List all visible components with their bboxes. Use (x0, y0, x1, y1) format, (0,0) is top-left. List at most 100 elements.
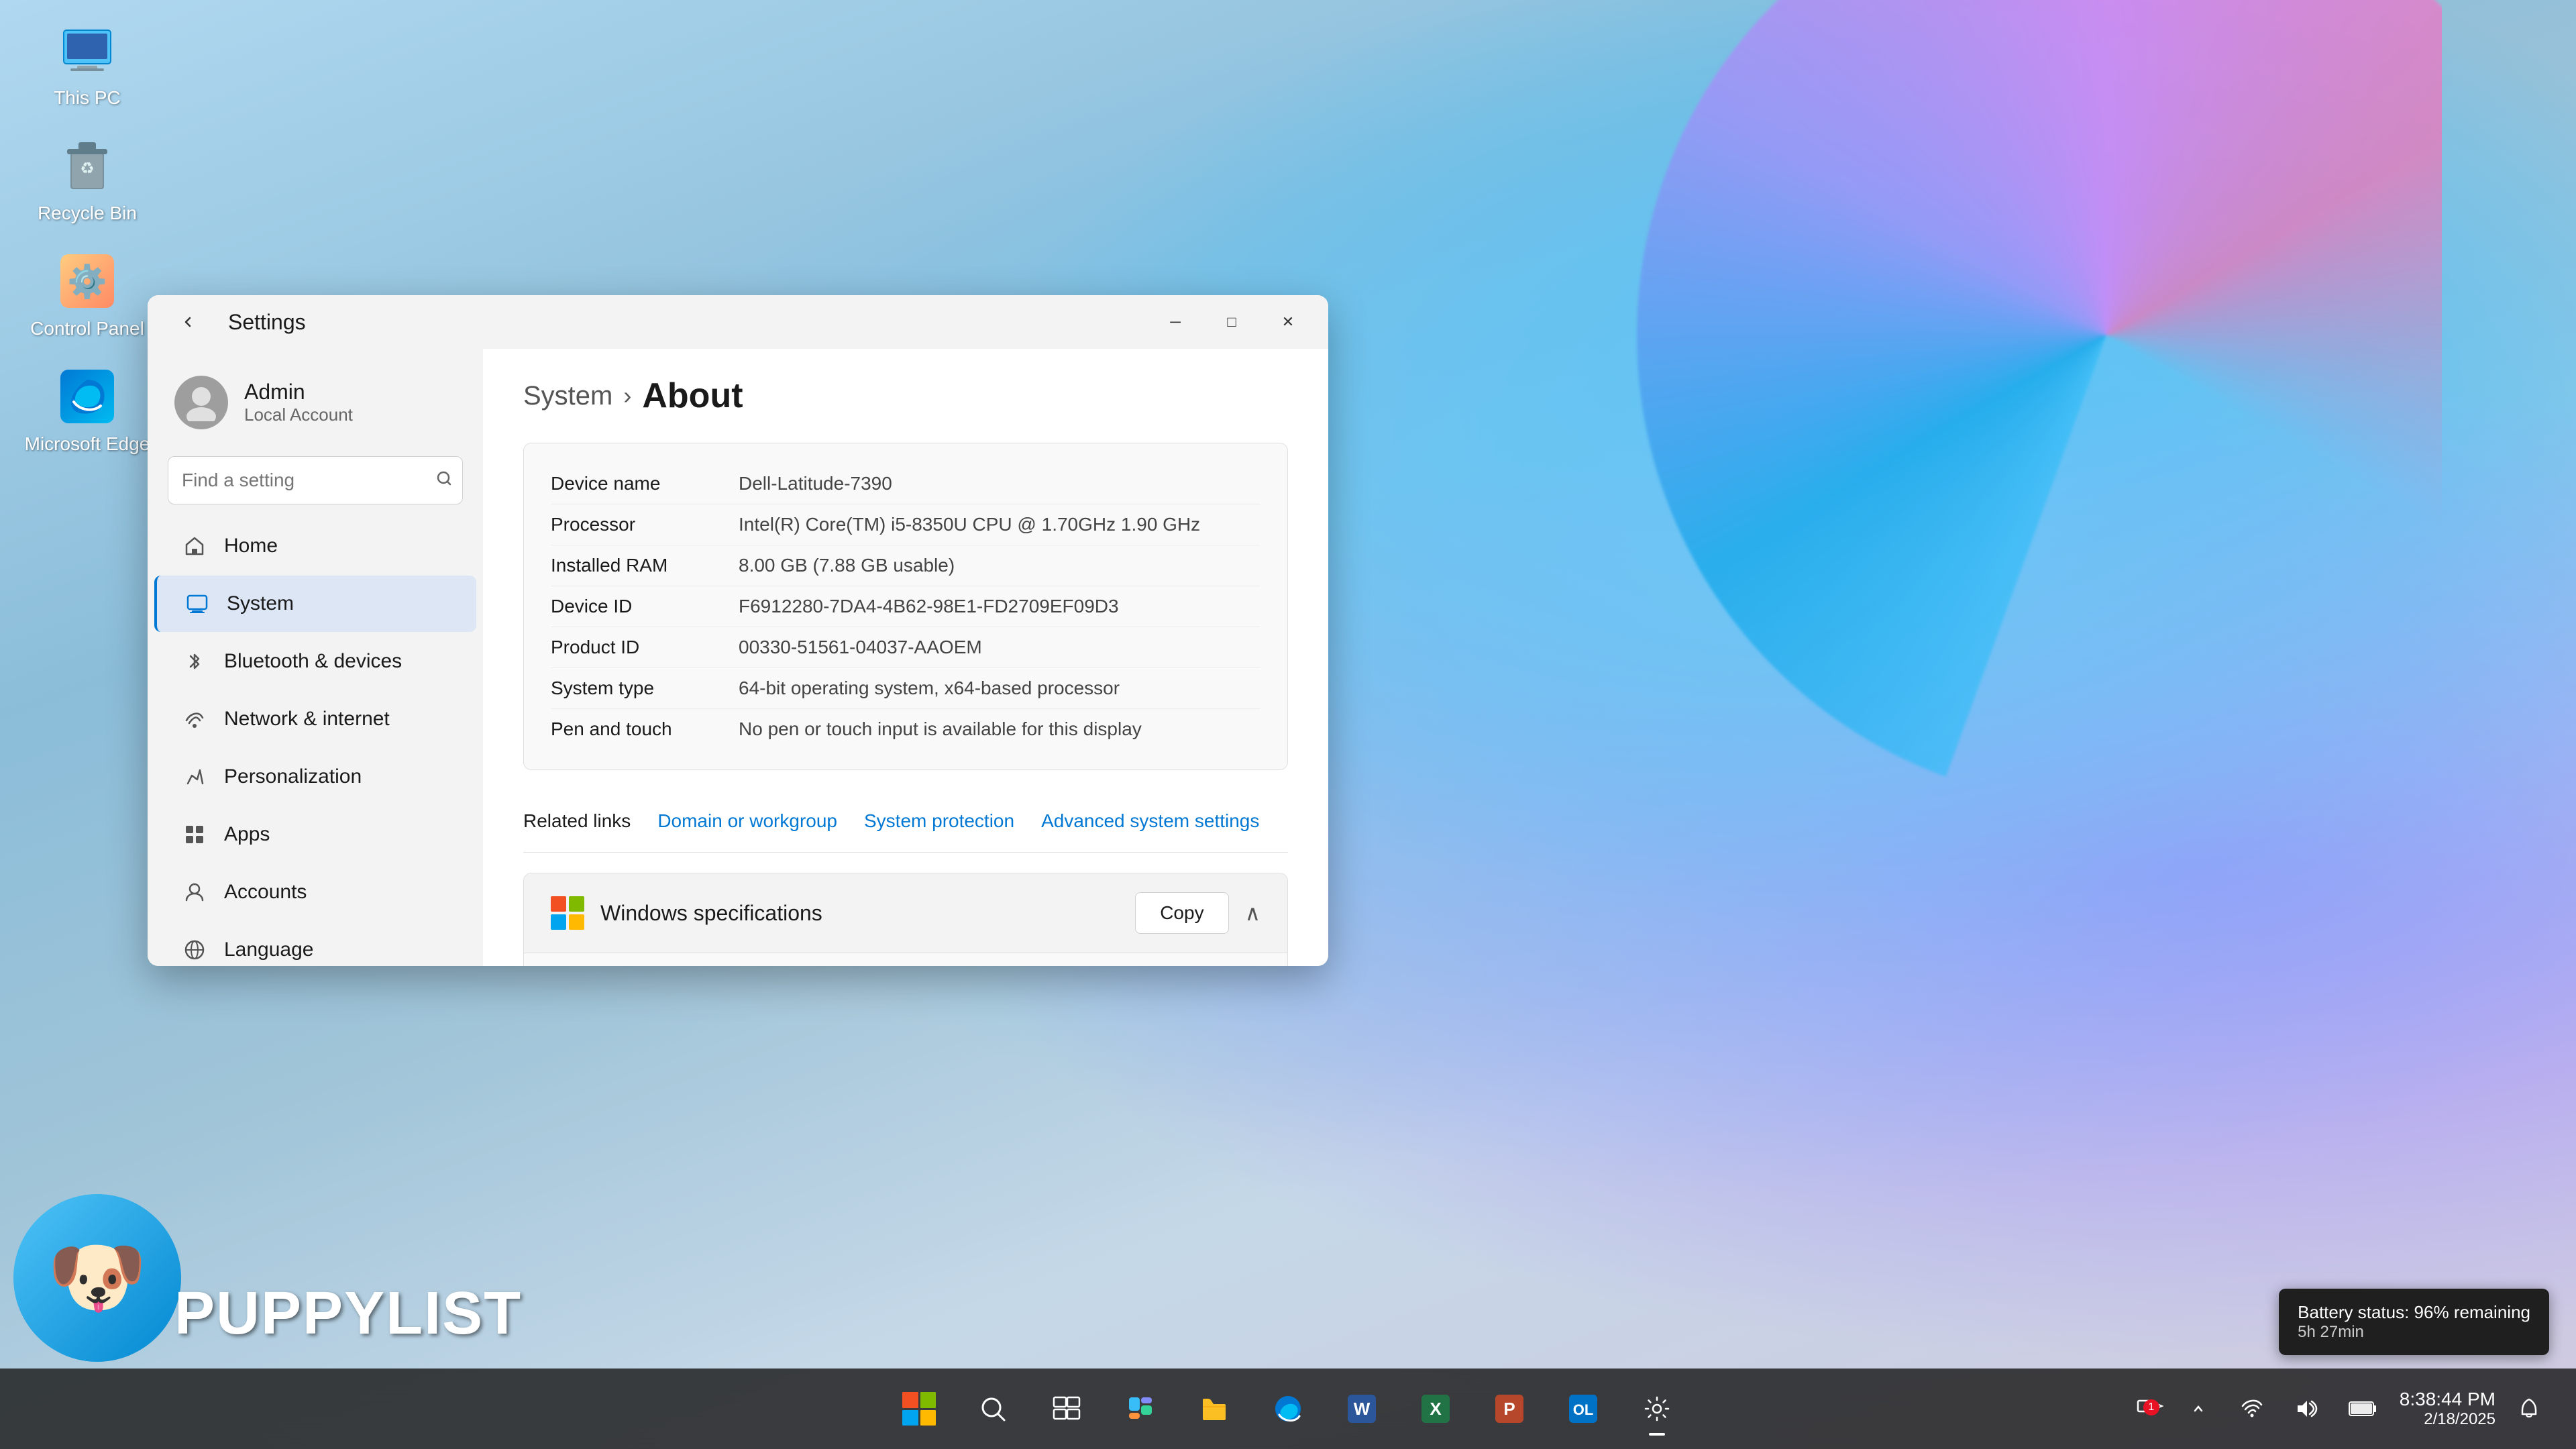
spec-row-system-type: System type 64-bit operating system, x64… (551, 668, 1260, 709)
sidebar-item-bluetooth[interactable]: Bluetooth & devices (154, 633, 476, 690)
battery-button[interactable] (2339, 1379, 2386, 1438)
taskbar-outlook-button[interactable]: OL (1550, 1379, 1617, 1438)
settings-window: Settings ─ □ ✕ (148, 295, 1328, 966)
link-system-protection[interactable]: System protection (864, 810, 1014, 832)
sidebar-item-system[interactable]: System (154, 576, 476, 632)
spec-label-ram: Installed RAM (551, 555, 739, 576)
sidebar-item-network-label: Network & internet (224, 708, 390, 731)
recycle-bin-label: Recycle Bin (38, 203, 137, 224)
spec-row-pen-touch: Pen and touch No pen or touch input is a… (551, 709, 1260, 749)
svg-text:♻: ♻ (80, 160, 95, 178)
desktop-icon-recycle-bin[interactable]: ♻ Recycle Bin (20, 136, 154, 224)
taskbar-powerpoint-button[interactable]: P (1476, 1379, 1543, 1438)
sidebar-item-home[interactable]: Home (154, 518, 476, 574)
window-body: Admin Local Account (148, 349, 1328, 966)
spec-value-processor: Intel(R) Core(TM) i5-8350U CPU @ 1.70GHz… (739, 514, 1260, 535)
user-info: Admin Local Account (244, 380, 353, 425)
taskbar-center: W X P OL (885, 1379, 1690, 1438)
search-input[interactable] (168, 456, 463, 504)
network-icon (181, 706, 208, 733)
apps-icon (181, 821, 208, 848)
search-box (168, 456, 463, 504)
spec-row-ram: Installed RAM 8.00 GB (7.88 GB usable) (551, 545, 1260, 586)
collapse-button[interactable]: ∧ (1245, 900, 1260, 926)
taskbar-explorer-button[interactable] (1181, 1379, 1248, 1438)
maximize-button[interactable]: □ (1205, 302, 1258, 342)
battery-time: 5h 27min (2298, 1323, 2530, 1342)
language-icon (181, 936, 208, 963)
home-icon (181, 533, 208, 559)
spec-label-device-id: Device ID (551, 596, 739, 617)
puppylist-logo: 🐶 (13, 1194, 181, 1362)
tray-overflow-button[interactable] (2178, 1379, 2218, 1438)
spec-label-system-type: System type (551, 678, 739, 699)
clock-date: 2/18/2025 (2400, 1410, 2496, 1429)
search-button[interactable] (436, 469, 452, 492)
sidebar-item-personalization[interactable]: Personalization (154, 749, 476, 805)
spec-value-device-name: Dell-Latitude-7390 (739, 473, 1260, 494)
volume-button[interactable] (2286, 1379, 2326, 1438)
desktop-icon-control-panel[interactable]: ⚙️ Control Panel (20, 251, 154, 339)
spec-value-product-id: 00330-51561-04037-AAOEM (739, 637, 1260, 658)
taskbar-excel-button[interactable]: X (1402, 1379, 1469, 1438)
windows-specs-title: Windows specifications (600, 901, 822, 926)
win-specs-actions: Copy ∧ (1135, 892, 1260, 934)
related-links: Related links Domain or workgroup System… (523, 790, 1288, 853)
sidebar-item-system-label: System (227, 592, 294, 615)
edge-label: Microsoft Edge (25, 433, 150, 455)
svg-text:X: X (1430, 1399, 1442, 1419)
swirl-decoration (1637, 0, 2442, 805)
spec-row-device-name: Device name Dell-Latitude-7390 (551, 464, 1260, 504)
system-icon (184, 590, 211, 617)
spec-value-device-id: F6912280-7DA4-4B62-98E1-FD2709EF09D3 (739, 596, 1260, 617)
battery-status: Battery status: 96% remaining (2298, 1302, 2530, 1323)
taskbar-search-button[interactable] (959, 1379, 1026, 1438)
recycle-bin-icon: ♻ (57, 136, 117, 196)
sidebar-item-accounts[interactable]: Accounts (154, 864, 476, 920)
taskbar-settings-button[interactable] (1623, 1379, 1690, 1438)
svg-text:P: P (1503, 1399, 1515, 1419)
puppylist-watermark: 🐶 PUPPYLIST (0, 1174, 402, 1362)
start-button[interactable] (885, 1379, 953, 1438)
windows-specs-body: Edition Windows 11 Pro Version 24H2 Inst… (524, 953, 1287, 966)
spec-label-device-name: Device name (551, 473, 739, 494)
back-button[interactable] (161, 302, 215, 342)
taskbar: W X P OL (0, 1368, 2576, 1449)
taskbar-widgets-button[interactable] (1107, 1379, 1174, 1438)
taskbar-word-button[interactable]: W (1328, 1379, 1395, 1438)
taskbar-edge-button[interactable] (1254, 1379, 1322, 1438)
taskbar-right: 1 (2135, 1379, 2549, 1438)
windows-logo-icon (551, 896, 584, 930)
link-domain-workgroup[interactable]: Domain or workgroup (657, 810, 837, 832)
user-profile[interactable]: Admin Local Account (148, 362, 483, 449)
system-clock[interactable]: 8:38:44 PM 2/18/2025 (2400, 1389, 2496, 1429)
sidebar-item-language-label: Language (224, 938, 313, 961)
spec-value-system-type: 64-bit operating system, x64-based proce… (739, 678, 1260, 699)
sidebar-item-apps[interactable]: Apps (154, 806, 476, 863)
start-logo-icon (902, 1392, 936, 1426)
sidebar-item-network[interactable]: Network & internet (154, 691, 476, 747)
taskbar-taskview-button[interactable] (1033, 1379, 1100, 1438)
device-specs-section: Device name Dell-Latitude-7390 Processor… (523, 443, 1288, 770)
sidebar-item-accounts-label: Accounts (224, 881, 307, 904)
windows-specs-header: Windows specifications Copy ∧ (524, 873, 1287, 953)
desktop-icon-edge[interactable]: Microsoft Edge (20, 366, 154, 455)
desktop-icon-this-pc[interactable]: This PC (20, 20, 154, 109)
sidebar-item-language[interactable]: Language (154, 922, 476, 966)
sidebar-item-apps-label: Apps (224, 823, 270, 846)
minimize-button[interactable]: ─ (1148, 302, 1202, 342)
notifications-button[interactable] (2509, 1379, 2549, 1438)
link-advanced-settings[interactable]: Advanced system settings (1041, 810, 1259, 832)
settings-nav: Home System (148, 518, 483, 966)
win-specs-title-group: Windows specifications (551, 896, 822, 930)
wifi-button[interactable] (2232, 1379, 2272, 1438)
titlebar-left: Settings (161, 302, 306, 342)
close-button[interactable]: ✕ (1261, 302, 1315, 342)
control-panel-label: Control Panel (30, 318, 144, 339)
background-swirl (1503, 0, 2442, 1073)
notification-area[interactable]: 1 (2135, 1394, 2165, 1424)
copy-button[interactable]: Copy (1135, 892, 1228, 934)
personalization-icon (181, 763, 208, 790)
bluetooth-icon (181, 648, 208, 675)
spec-label-pen-touch: Pen and touch (551, 718, 739, 740)
